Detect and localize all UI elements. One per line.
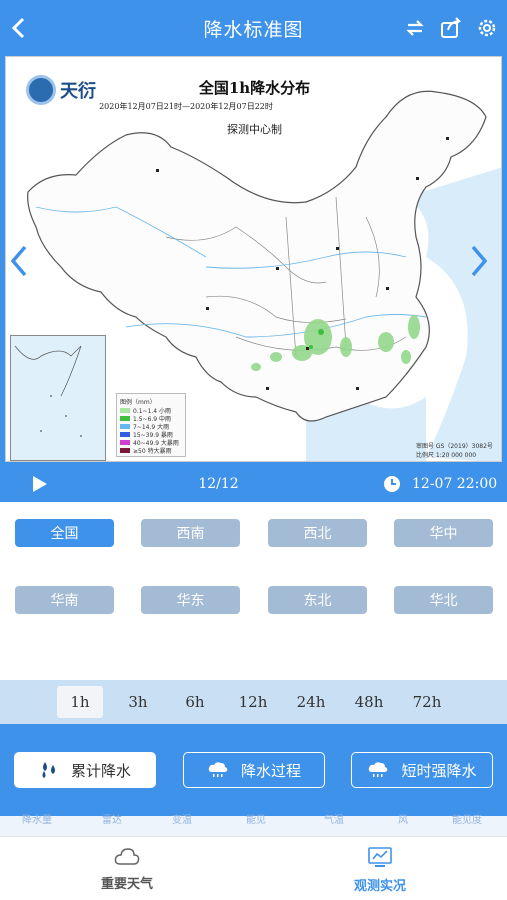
- back-button[interactable]: [4, 13, 34, 43]
- map-panel: 天衍 全国1h降水分布 2020年12月07日21时—2020年12月07日22…: [0, 56, 507, 466]
- settings-button[interactable]: [472, 13, 502, 43]
- hidden-category-strip: 降水量 雷达 变温 能见 气温 风 能见度: [0, 816, 507, 836]
- mode-panel: 累计降水 降水过程 短时强降水: [0, 724, 507, 816]
- legend-item: ≥50 特大暴雨: [120, 447, 182, 455]
- category-label[interactable]: 风: [398, 816, 408, 826]
- tab-important-weather[interactable]: 重要天气: [77, 847, 177, 892]
- share-icon: [441, 17, 462, 38]
- tab-observation[interactable]: 观测实况: [330, 847, 430, 894]
- duration-option[interactable]: 48h: [346, 686, 392, 718]
- mode-accumulated-button[interactable]: 累计降水: [14, 752, 156, 788]
- region-selector: 全国 西南 西北 华中华南 华东 东北 华北: [0, 502, 507, 680]
- category-label[interactable]: 降水量: [22, 816, 52, 826]
- legend-item: 7~14.9 大雨: [120, 423, 182, 431]
- chevron-left-icon: [11, 17, 25, 39]
- bottom-tab-bar: 重要天气 观测实况: [0, 836, 507, 900]
- region-button[interactable]: 华东: [141, 586, 240, 614]
- south-china-sea-inset: [10, 335, 106, 461]
- category-label[interactable]: 气温: [324, 816, 344, 826]
- chevron-left-icon: [10, 245, 27, 277]
- map-legend: 图例（mm） 0.1~1.4 小雨 1.5~6.9 中雨 7~14.9 大雨 15~3…: [116, 393, 186, 457]
- duration-option[interactable]: 1h: [57, 686, 103, 718]
- switch-icon: [406, 20, 424, 36]
- monitor-chart-icon: [368, 847, 392, 867]
- page-title: 降水标准图: [203, 18, 304, 41]
- rain-cloud-icon: [367, 761, 389, 779]
- cloud-icon: [114, 848, 140, 865]
- frame-time: 12-07 22:00: [412, 476, 498, 492]
- legend-item: 1.5~6.9 中雨: [120, 415, 182, 423]
- region-button[interactable]: 东北: [268, 586, 367, 614]
- precipitation-map[interactable]: 天衍 全国1h降水分布 2020年12月07日21时—2020年12月07日22…: [5, 56, 502, 462]
- clock-icon: [383, 475, 401, 493]
- rain-drops-icon: [39, 761, 59, 779]
- map-title: 全国1h降水分布: [198, 79, 311, 97]
- region-button[interactable]: 华北: [394, 586, 493, 614]
- previous-map-button[interactable]: [6, 241, 32, 281]
- region-button[interactable]: 西北: [268, 519, 367, 547]
- category-label[interactable]: 雷达: [102, 816, 122, 826]
- chevron-right-icon: [471, 245, 488, 277]
- mode-process-button[interactable]: 降水过程: [183, 752, 325, 788]
- region-button[interactable]: 华中: [394, 519, 493, 547]
- region-button[interactable]: 全国: [15, 519, 114, 547]
- next-map-button[interactable]: [466, 241, 492, 281]
- map-author: 探测中心制: [227, 123, 282, 136]
- legend-item: 15~39.9 暴雨: [120, 431, 182, 439]
- duration-option[interactable]: 6h: [172, 686, 218, 718]
- duration-selector: 1h 3h 6h 12h 24h 48h 72h: [0, 680, 507, 724]
- map-scale: 审图号 GS（2019）3082号 比例尺 1:20 000 000: [416, 443, 493, 459]
- frame-counter: 12/12: [198, 476, 239, 492]
- category-label[interactable]: 能见: [246, 816, 266, 826]
- mode-short-heavy-button[interactable]: 短时强降水: [351, 752, 493, 788]
- legend-item: 0.1~1.4 小雨: [120, 407, 182, 415]
- duration-option[interactable]: 24h: [288, 686, 334, 718]
- animation-player: 12/12 12-07 22:00: [0, 466, 507, 502]
- category-label[interactable]: 能见度: [452, 816, 482, 826]
- region-button[interactable]: 华南: [15, 586, 114, 614]
- region-button[interactable]: 西南: [141, 519, 240, 547]
- category-label[interactable]: 变温: [172, 816, 192, 826]
- legend-item: 40~49.9 大暴雨: [120, 439, 182, 447]
- duration-option[interactable]: 12h: [230, 686, 276, 718]
- rain-cloud-icon: [207, 761, 229, 779]
- gear-icon: [478, 19, 496, 37]
- duration-option[interactable]: 3h: [115, 686, 161, 718]
- duration-option[interactable]: 72h: [404, 686, 450, 718]
- map-subtitle: 2020年12月07日21时—2020年12月07日22时: [99, 102, 273, 111]
- share-button[interactable]: [436, 13, 466, 43]
- switch-button[interactable]: [400, 13, 430, 43]
- app-header: 降水标准图: [0, 0, 507, 56]
